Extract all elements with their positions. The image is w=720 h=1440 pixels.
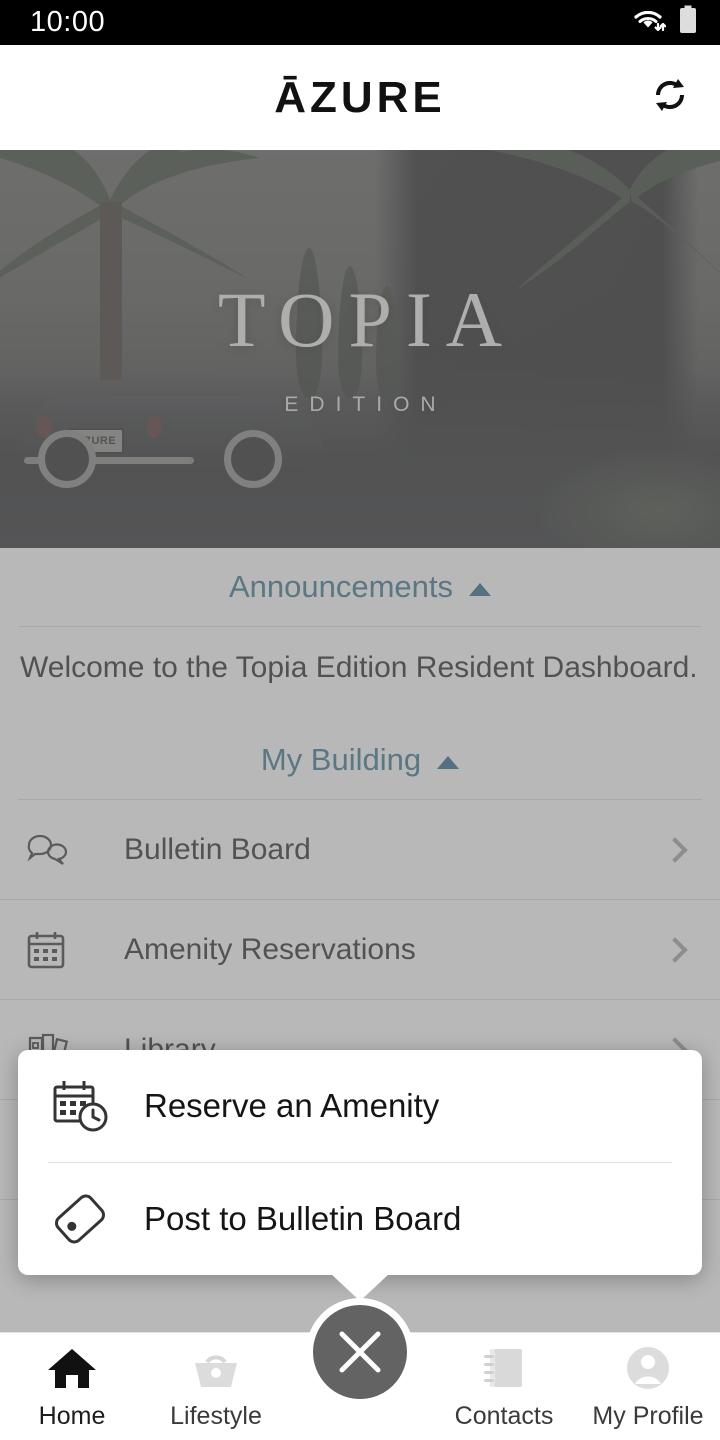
nav-item-lifestyle[interactable]: Lifestyle [144, 1333, 288, 1431]
nav-label: My Profile [592, 1402, 704, 1430]
close-menu-button[interactable] [306, 1298, 414, 1406]
refresh-icon [648, 73, 692, 122]
app-header: ĀZURE [0, 45, 720, 150]
nav-label: Home [38, 1402, 106, 1430]
popup-item-post-bulletin[interactable]: Post to Bulletin Board [18, 1163, 702, 1275]
close-x-icon [334, 1326, 386, 1378]
home-icon [46, 1345, 98, 1396]
battery-full-icon [678, 5, 698, 40]
page-title: ĀZURE [274, 72, 446, 122]
wifi-icon [632, 6, 667, 39]
status-bar-clock: 10:00 [30, 6, 106, 38]
popup-item-label: Post to Bulletin Board [144, 1200, 462, 1237]
app-screen: 10:00 ĀZURE Reserve an Amenity Post to B… [0, 0, 720, 1440]
nav-label: Lifestyle [170, 1402, 262, 1430]
address-book-icon [478, 1345, 530, 1396]
status-bar: 10:00 [0, 0, 720, 45]
nav-label: Contacts [454, 1402, 554, 1430]
nav-item-my-profile[interactable]: My Profile [576, 1333, 720, 1431]
popup-item-label: Reserve an Amenity [144, 1087, 440, 1124]
refresh-button[interactable] [644, 72, 696, 124]
nav-item-contacts[interactable]: Contacts [432, 1333, 576, 1431]
popup-pointer-arrow [330, 1273, 390, 1301]
person-avatar-icon [622, 1345, 674, 1396]
nav-item-home[interactable]: Home [0, 1333, 144, 1431]
tag-icon [48, 1192, 114, 1246]
popup-item-reserve-amenity[interactable]: Reserve an Amenity [18, 1050, 702, 1162]
calendar-clock-icon [48, 1079, 114, 1133]
basket-icon [190, 1345, 242, 1396]
status-bar-icons [632, 5, 698, 40]
quick-actions-popup: Reserve an Amenity Post to Bulletin Boar… [18, 1050, 702, 1301]
